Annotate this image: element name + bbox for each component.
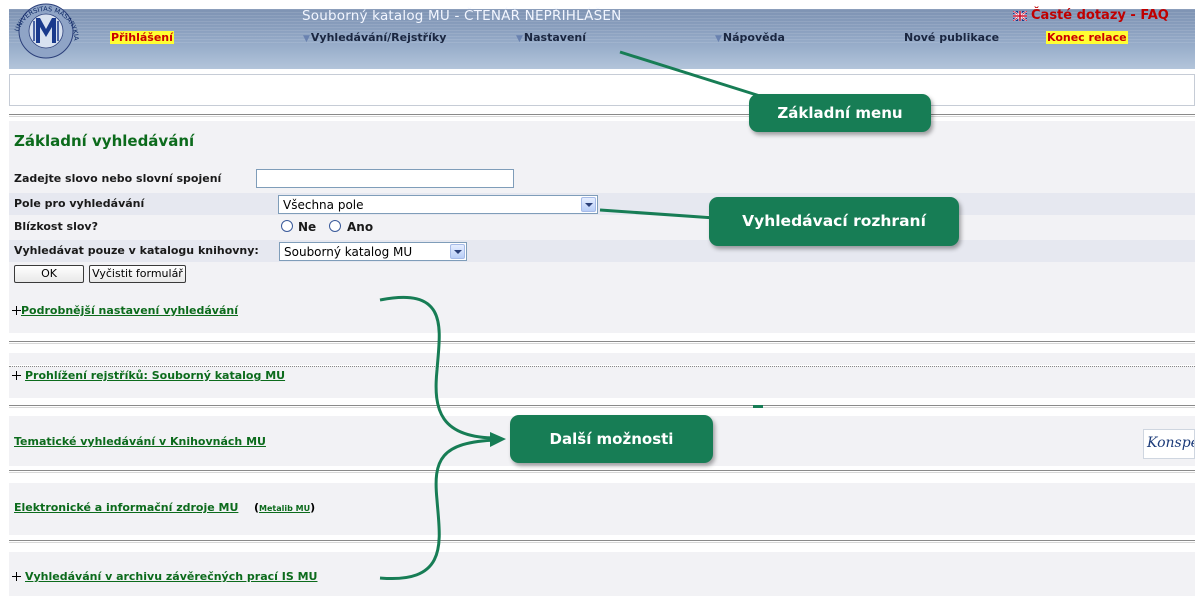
browse-index-link[interactable]: Prohlížení rejstříků: Souborný katalog M… bbox=[25, 369, 285, 382]
menu-settings-arrow-icon: ▼ bbox=[516, 34, 523, 44]
proximity-label: Blízkost slov? bbox=[14, 220, 98, 233]
fields-label: Pole pro vyhledávání bbox=[14, 197, 145, 210]
faq-link[interactable]: Časté dotazy - FAQ bbox=[1031, 8, 1169, 23]
callout-basic-menu: Základní menu bbox=[749, 94, 931, 132]
konspekt-logo-text: Konspekt bbox=[1147, 435, 1194, 451]
fields-select[interactable]: Všechna pole bbox=[278, 195, 598, 214]
catalog-select-value: Souborný katalog MU bbox=[284, 245, 413, 259]
metalib-group: (Metalib MU) bbox=[254, 501, 316, 514]
menu-search[interactable]: ▼Vyhledávání/Rejstříky bbox=[303, 31, 446, 44]
divider bbox=[9, 114, 1195, 117]
catalog-select[interactable]: Souborný katalog MU bbox=[279, 242, 467, 261]
catalog-label: Vyhledávat pouze v katalogu knihovny: bbox=[14, 244, 259, 257]
fields-row: Pole pro vyhledávání bbox=[9, 193, 1195, 215]
message-box bbox=[9, 74, 1195, 106]
chevron-down-icon[interactable] bbox=[581, 197, 596, 212]
thematic-search-link[interactable]: Tematické vyhledávání v Knihovnách MU bbox=[14, 435, 266, 448]
catalog-row: Vyhledávat pouze v katalogu knihovny: bbox=[9, 240, 1195, 262]
advanced-search-link[interactable]: Podrobnější nastavení vyhledávání bbox=[21, 304, 238, 317]
menu-settings[interactable]: ▼Nastavení bbox=[516, 31, 586, 44]
metalib-link[interactable]: Metalib MU bbox=[259, 504, 310, 513]
eresources-link[interactable]: Elektronické a informační zdroje MU bbox=[14, 501, 238, 514]
expand-archive-icon[interactable] bbox=[12, 572, 21, 581]
fields-select-value: Všechna pole bbox=[283, 198, 364, 212]
clear-form-button[interactable]: Vyčistit formulář bbox=[89, 265, 186, 283]
menu-new-publications[interactable]: Nové publikace bbox=[904, 31, 999, 44]
callout-more-options: Další možnosti bbox=[510, 415, 713, 463]
divider bbox=[9, 470, 1195, 473]
menu-search-label: Vyhledávání/Rejstříky bbox=[310, 31, 447, 44]
expand-index-icon[interactable] bbox=[12, 371, 21, 380]
section-spacer bbox=[9, 353, 1195, 365]
menu-help-label: Nápověda bbox=[722, 31, 785, 44]
menu-end-session[interactable]: Konec relace bbox=[1046, 31, 1128, 44]
university-logo: UNIVERSITAS MASARYKIANA BRUNENSIS bbox=[4, 3, 80, 59]
divider bbox=[9, 341, 1195, 344]
proximity-yes-label: Ano bbox=[347, 220, 374, 234]
menu-search-arrow-icon: ▼ bbox=[303, 34, 310, 44]
menu-help-arrow-icon: ▼ bbox=[715, 34, 722, 44]
ok-button[interactable]: OK bbox=[14, 265, 84, 283]
callout-search-interface: Vyhledávací rozhraní bbox=[709, 197, 959, 246]
proximity-no-radio[interactable] bbox=[281, 220, 293, 232]
expand-advanced-icon[interactable] bbox=[12, 306, 21, 315]
accent-mark bbox=[753, 405, 763, 408]
uk-flag-icon bbox=[1013, 11, 1027, 21]
chevron-down-icon[interactable] bbox=[450, 244, 465, 259]
menu-settings-label: Nastavení bbox=[523, 31, 587, 44]
menu-help[interactable]: ▼Nápověda bbox=[715, 31, 785, 44]
archive-search-link[interactable]: Vyhledávání v archivu závěrečných prací … bbox=[25, 570, 317, 583]
keyword-label: Zadejte slovo nebo slovní spojení bbox=[14, 172, 222, 185]
proximity-yes-radio[interactable] bbox=[329, 220, 341, 232]
proximity-row: Blízkost slov? bbox=[9, 216, 1195, 238]
divider bbox=[9, 540, 1195, 543]
menu-login[interactable]: Přihlášení bbox=[110, 31, 174, 44]
proximity-no-label: Ne bbox=[298, 220, 317, 234]
search-title: Základní vyhledávání bbox=[14, 132, 195, 150]
konspekt-logo[interactable]: Konspekt bbox=[1143, 429, 1195, 459]
divider bbox=[9, 405, 1195, 408]
page-title: Souborný katalog MU - ČTENÁŘ NEPŘIHLÁŠEN bbox=[302, 8, 622, 24]
keyword-input[interactable] bbox=[256, 169, 514, 188]
